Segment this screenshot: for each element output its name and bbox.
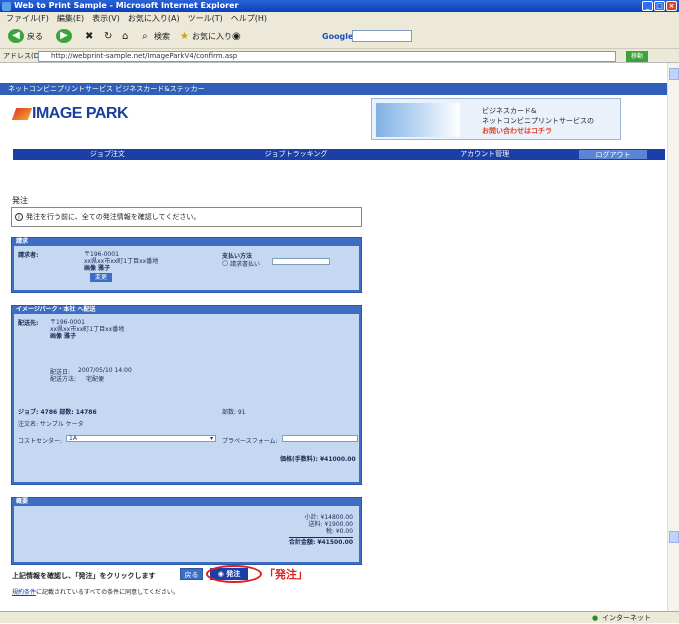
request-panel: 請求 請求者: 〒196-0001 xx県xx市xx町1丁目xx番地 画像 雅子… bbox=[11, 237, 362, 293]
banner-line-1: ビジネスカード& bbox=[482, 107, 537, 115]
logo-mark-icon bbox=[11, 107, 33, 120]
price-label: 価格(手数料): ¥41000.00 bbox=[280, 456, 356, 463]
site-nav: ジョブ注文 ジョブトラッキング アカウント管理 ログアウト bbox=[13, 149, 665, 160]
banner-line-3: お問い合わせはコチラ bbox=[482, 127, 552, 135]
summary-tax: 税: ¥0.00 bbox=[325, 528, 353, 535]
confirm-text: 上記情報を確認し、「発注」をクリックします bbox=[12, 572, 156, 580]
po-input[interactable] bbox=[282, 435, 358, 442]
request-edit-button[interactable]: 変更 bbox=[90, 273, 112, 282]
callout-label: 「発注」 bbox=[264, 568, 308, 581]
summary-panel: 概要 小計: ¥14800.00 送料: ¥1900.00 税: ¥0.00 合… bbox=[11, 497, 362, 565]
summary-subtotal: 小計: ¥14800.00 bbox=[304, 514, 353, 521]
window-title: Web to Print Sample - Microsoft Internet… bbox=[14, 1, 239, 10]
logo-text: IMAGE PARK bbox=[32, 105, 129, 122]
request-body: 請求者: 〒196-0001 xx県xx市xx町1丁目xx番地 画像 雅子 変更… bbox=[14, 246, 359, 290]
summary-header: 概要 bbox=[16, 498, 29, 505]
refresh-icon[interactable]: ↻ bbox=[104, 30, 112, 44]
payment-option: 請求書払い bbox=[230, 261, 261, 268]
scroll-up-button[interactable] bbox=[669, 68, 679, 80]
address-label: アドレス(D) bbox=[3, 52, 42, 60]
status-bar: ● インターネット bbox=[0, 611, 679, 623]
chevron-down-icon[interactable]: ▾ bbox=[210, 435, 213, 442]
payment-radio-icon[interactable]: ○ bbox=[222, 259, 228, 267]
internet-zone-icon: ● bbox=[592, 614, 599, 622]
menu-favorites[interactable]: お気に入り(A) bbox=[128, 12, 180, 25]
summary-values: 小計: ¥14800.00 送料: ¥1900.00 税: ¥0.00 合計金額… bbox=[288, 514, 353, 546]
nav-job-order[interactable]: ジョブ注文 bbox=[13, 149, 202, 160]
request-header: 請求 bbox=[16, 238, 29, 245]
delivery-header: イメージパーク・本社 へ配送 bbox=[16, 306, 96, 313]
job-label: ジョブ: 4786 部数: 14786 bbox=[18, 409, 97, 416]
summary-total: 合計金額: ¥41500.00 bbox=[288, 537, 353, 546]
delivery-method-value: 宅配便 bbox=[86, 376, 105, 383]
delivery-name: 画像 雅子 bbox=[50, 333, 77, 340]
status-zone: インターネット bbox=[602, 614, 651, 622]
delivery-date-value: 2007/05/10 14:00 bbox=[78, 367, 132, 374]
forward-arrow-icon[interactable]: ▶ bbox=[56, 29, 72, 43]
banner-text: ビジネスカード& ネットコンビニプリントサービスの お問い合わせはコチラ bbox=[482, 106, 594, 136]
vertical-scrollbar[interactable] bbox=[667, 63, 679, 611]
quantity-label: 部数: 91 bbox=[222, 409, 246, 416]
notice-box: i 発注を行う前に、全ての発注情報を確認してください。 bbox=[11, 207, 362, 227]
delivery-body: 配送先: 〒196-0001 xx県xx市xx町1丁目xx番地 画像 雅子 配送… bbox=[14, 314, 359, 482]
logout-button[interactable]: ログアウト bbox=[579, 150, 648, 159]
notice-text: 発注を行う前に、全ての発注情報を確認してください。 bbox=[26, 213, 201, 221]
address-bar: アドレス(D) http://webprint-sample.net/Image… bbox=[0, 49, 679, 63]
cost-center-label: コストセンター: bbox=[18, 438, 63, 445]
delivery-panel: イメージパーク・本社 へ配送 配送先: 〒196-0001 xx県xx市xx町1… bbox=[11, 305, 362, 485]
request-label: 請求者: bbox=[18, 252, 39, 259]
contact-banner[interactable]: ビジネスカード& ネットコンビニプリントサービスの お問い合わせはコチラ bbox=[371, 98, 621, 140]
cost-center-select[interactable]: 1A bbox=[66, 435, 216, 442]
request-name: 画像 雅子 bbox=[84, 265, 111, 272]
search-icon[interactable]: ⌕ bbox=[142, 30, 148, 44]
menu-view[interactable]: 表示(V) bbox=[92, 12, 120, 25]
page-title: 発注 bbox=[12, 196, 28, 205]
po-label: プラペースフォーム: bbox=[222, 438, 278, 445]
maximize-button[interactable]: □ bbox=[654, 1, 665, 11]
menu-edit[interactable]: 編集(E) bbox=[57, 12, 84, 25]
browser-toolbar: ◀ 戻る ▶ ✖ ↻ ⌂ ⌕ 検索 ★ お気に入り ◉ Google bbox=[0, 25, 679, 49]
address-input[interactable]: http://webprint-sample.net/ImageParkV4/c… bbox=[38, 51, 616, 62]
menu-bar: ファイル(F) 編集(E) 表示(V) お気に入り(A) ツール(T) ヘルプ(… bbox=[0, 12, 679, 25]
menu-tools[interactable]: ツール(T) bbox=[188, 12, 223, 25]
minimize-button[interactable]: _ bbox=[642, 1, 653, 11]
terms-text: に記載されているすべての条件に同意してください。 bbox=[36, 589, 179, 596]
payment-input[interactable] bbox=[272, 258, 330, 265]
menu-help[interactable]: ヘルプ(H) bbox=[231, 12, 267, 25]
info-icon: i bbox=[15, 213, 23, 221]
terms-link[interactable]: 規約条件 bbox=[12, 589, 36, 596]
media-icon[interactable]: ◉ bbox=[232, 30, 241, 44]
order-name-label: 注文名: サンプル ケータ bbox=[18, 421, 84, 428]
site-top-strip: ネットコンビニプリントサービス ビジネスカード&ステッカー bbox=[0, 83, 667, 95]
home-icon[interactable]: ⌂ bbox=[122, 30, 128, 44]
favorites-star-icon[interactable]: ★ bbox=[180, 30, 189, 44]
back-button[interactable]: 戻る bbox=[180, 568, 203, 580]
summary-shipping: 送料: ¥1900.00 bbox=[308, 521, 353, 528]
search-button-label[interactable]: 検索 bbox=[154, 30, 170, 44]
window-titlebar: Web to Print Sample - Microsoft Internet… bbox=[0, 0, 679, 12]
ie-icon bbox=[2, 2, 11, 11]
summary-body: 小計: ¥14800.00 送料: ¥1900.00 税: ¥0.00 合計金額… bbox=[14, 506, 359, 562]
site-logo[interactable]: IMAGE PARK bbox=[11, 105, 129, 123]
google-toolbar-label[interactable]: Google bbox=[322, 30, 353, 44]
banner-image bbox=[376, 103, 460, 137]
favorites-button-label[interactable]: お気に入り bbox=[192, 30, 232, 44]
go-button[interactable]: 移動 bbox=[626, 51, 648, 62]
window-controls: _ □ × bbox=[642, 1, 677, 11]
banner-line-2: ネットコンビニプリントサービスの bbox=[482, 117, 594, 125]
stop-icon[interactable]: ✖ bbox=[85, 30, 93, 44]
page-content: ネットコンビニプリントサービス ビジネスカード&ステッカー IMAGE PARK… bbox=[0, 63, 667, 611]
nav-account[interactable]: アカウント管理 bbox=[390, 149, 579, 160]
menu-file[interactable]: ファイル(F) bbox=[6, 12, 49, 25]
close-button[interactable]: × bbox=[666, 1, 677, 11]
scroll-thumb[interactable] bbox=[669, 531, 679, 543]
back-arrow-icon[interactable]: ◀ bbox=[8, 29, 24, 43]
terms-line: 規約条件に記載されているすべての条件に同意してください。 bbox=[12, 587, 179, 596]
google-search-input[interactable] bbox=[352, 30, 412, 42]
callout-ring bbox=[206, 565, 262, 583]
delivery-label: 配送先: bbox=[18, 320, 39, 327]
nav-job-tracking[interactable]: ジョブトラッキング bbox=[202, 149, 391, 160]
delivery-method-label: 配送方法: bbox=[50, 376, 77, 383]
back-button-label[interactable]: 戻る bbox=[27, 30, 43, 44]
